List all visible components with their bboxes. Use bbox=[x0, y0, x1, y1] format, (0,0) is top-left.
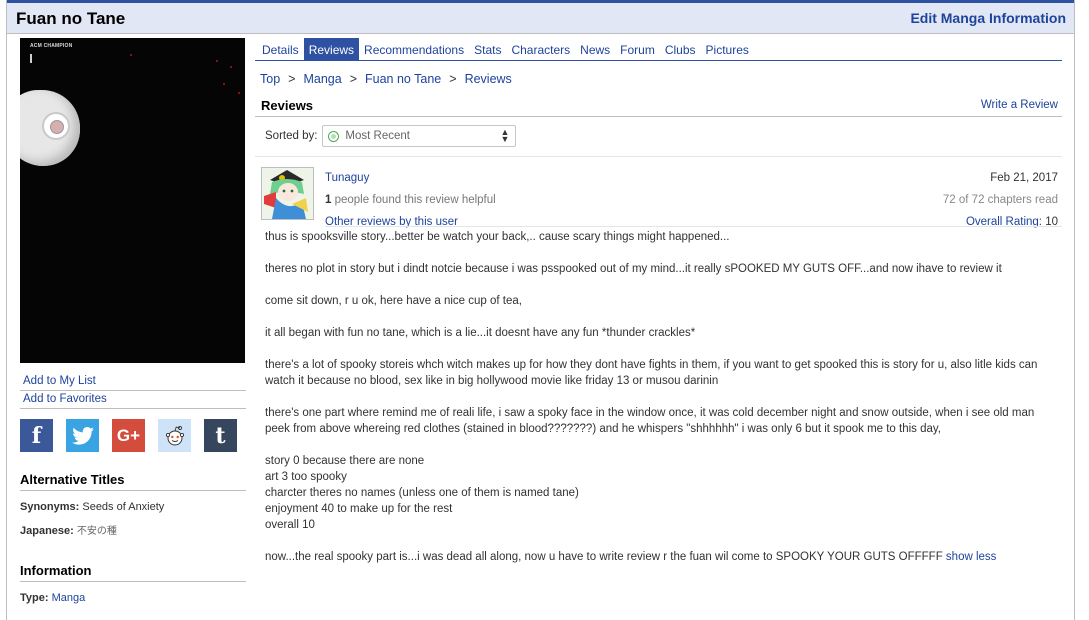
list-actions: Add to My List Add to Favorites bbox=[20, 373, 246, 409]
japanese-title-value: 不安の種 bbox=[76, 526, 117, 537]
facebook-share-button[interactable]: f bbox=[20, 419, 53, 452]
tumblr-icon: t bbox=[215, 422, 226, 449]
cover-speck bbox=[216, 60, 218, 62]
score-line: charcter theres no names (unless one of … bbox=[265, 487, 579, 499]
japanese-label: Japanese: bbox=[20, 525, 74, 537]
synonyms-label: Synonyms: bbox=[20, 501, 80, 513]
reviews-header: Reviews Write a Review bbox=[255, 98, 1062, 117]
reviewer-username-link[interactable]: Tunaguy bbox=[325, 172, 369, 184]
review-paragraph: there's one part where remind me of real… bbox=[265, 407, 1035, 435]
tab-characters[interactable]: Characters bbox=[506, 38, 575, 60]
cover-speck bbox=[230, 66, 232, 68]
reviews-heading: Reviews bbox=[261, 98, 314, 113]
review-paragraph: it all began with fun no tane, which is … bbox=[265, 327, 696, 339]
score-line: enjoyment 40 to make up for the rest bbox=[265, 503, 453, 515]
japanese-title-row: Japanese: 不安の種 bbox=[20, 522, 246, 537]
tab-news[interactable]: News bbox=[575, 38, 615, 60]
review-meta-divider bbox=[325, 226, 1062, 227]
review-body: thus is spooksville story...better be wa… bbox=[265, 229, 1060, 581]
main-content: Details Reviews Recommendations Stats Ch… bbox=[255, 38, 1062, 563]
select-arrows-icon: ▲ ▼ bbox=[500, 127, 510, 144]
cover-speck bbox=[130, 54, 132, 56]
tab-stats[interactable]: Stats bbox=[469, 38, 506, 60]
cover-ghost-face bbox=[20, 90, 80, 166]
breadcrumb-title[interactable]: Fuan no Tane bbox=[365, 72, 441, 86]
type-row: Type: Manga bbox=[20, 592, 246, 604]
review-stats: Feb 21, 2017 72 of 72 chapters read Over… bbox=[943, 167, 1058, 233]
helpful-count-text: 1 people found this review helpful bbox=[325, 194, 496, 206]
review-final-text: now...the real spooky part is...i was de… bbox=[265, 551, 943, 563]
left-sidebar: ACM CHAMPION Add to My List Add to Favor… bbox=[20, 38, 246, 604]
twitter-share-button[interactable] bbox=[66, 419, 99, 452]
alternative-titles-heading: Alternative Titles bbox=[20, 472, 246, 491]
radio-dot-icon bbox=[328, 130, 340, 142]
twitter-icon bbox=[71, 426, 94, 445]
cover-speck bbox=[238, 92, 240, 94]
manga-tabs: Details Reviews Recommendations Stats Ch… bbox=[255, 38, 1062, 61]
reddit-icon bbox=[165, 425, 184, 445]
sort-row: Sorted by: Most Recent ▲ ▼ bbox=[255, 124, 1062, 148]
cover-ghost-eye bbox=[42, 112, 70, 140]
review-paragraph: there's a lot of spooky storeis whch wit… bbox=[265, 359, 1038, 387]
synonyms-row: Synonyms: Seeds of Anxiety bbox=[20, 501, 246, 513]
review-final-paragraph: now...the real spooky part is...i was de… bbox=[265, 549, 1060, 565]
sort-select-value: Most Recent bbox=[345, 130, 410, 142]
tab-forum[interactable]: Forum bbox=[615, 38, 660, 60]
cover-publisher-mark: ACM CHAMPION bbox=[30, 43, 73, 49]
cover-image[interactable]: ACM CHAMPION bbox=[20, 38, 245, 363]
sort-select[interactable]: Most Recent ▲ ▼ bbox=[322, 125, 517, 147]
synonyms-value: Seeds of Anxiety bbox=[82, 501, 165, 513]
reddit-share-button[interactable] bbox=[158, 419, 191, 452]
cover-mark bbox=[30, 54, 32, 63]
breadcrumb-manga[interactable]: Manga bbox=[303, 72, 341, 86]
review-paragraph: thus is spooksville story...better be wa… bbox=[265, 231, 730, 243]
tab-clubs[interactable]: Clubs bbox=[660, 38, 701, 60]
breadcrumb: Top > Manga > Fuan no Tane > Reviews bbox=[260, 72, 512, 86]
tab-details[interactable]: Details bbox=[257, 38, 304, 60]
social-share-buttons: f G+ t bbox=[20, 419, 246, 452]
avatar[interactable] bbox=[261, 167, 314, 220]
cover-speck bbox=[223, 83, 225, 85]
breadcrumb-reviews[interactable]: Reviews bbox=[465, 72, 512, 86]
google-plus-share-button[interactable]: G+ bbox=[112, 419, 145, 452]
edit-manga-information-link[interactable]: Edit Manga Information bbox=[910, 10, 1066, 26]
user-avatar-image bbox=[262, 168, 313, 219]
review-paragraph: come sit down, r u ok, here have a nice … bbox=[265, 295, 522, 307]
page-header: Fuan no Tane Edit Manga Information bbox=[7, 3, 1074, 34]
breadcrumb-top[interactable]: Top bbox=[260, 72, 280, 86]
review-scores: story 0 because there are none art 3 too… bbox=[265, 453, 1060, 533]
page-title: Fuan no Tane bbox=[16, 9, 126, 28]
tumblr-share-button[interactable]: t bbox=[204, 419, 237, 452]
helpful-text: people found this review helpful bbox=[331, 194, 496, 206]
chapters-read: 72 of 72 chapters read bbox=[942, 194, 1058, 206]
divider bbox=[255, 156, 1062, 157]
add-to-favorites-link[interactable]: Add to Favorites bbox=[20, 391, 246, 409]
sort-label: Sorted by: bbox=[265, 130, 318, 142]
information-heading: Information bbox=[20, 563, 246, 582]
tab-pictures[interactable]: Pictures bbox=[701, 38, 754, 60]
score-line: story 0 because there are none bbox=[265, 455, 425, 467]
review-meta: Tunaguy 1 people found this review helpf… bbox=[325, 167, 496, 233]
review-date: Feb 21, 2017 bbox=[990, 172, 1058, 184]
tab-reviews[interactable]: Reviews bbox=[303, 38, 360, 60]
review-paragraph: theres no plot in story but i dindt notc… bbox=[265, 263, 1002, 275]
score-line: art 3 too spooky bbox=[265, 471, 347, 483]
google-plus-icon: G+ bbox=[116, 425, 141, 445]
show-less-link[interactable]: show less bbox=[946, 551, 997, 563]
facebook-icon: f bbox=[31, 422, 42, 449]
write-review-link[interactable]: Write a Review bbox=[981, 99, 1058, 111]
page: Fuan no Tane Edit Manga Information ACM … bbox=[6, 0, 1075, 620]
type-label: Type: bbox=[20, 592, 49, 604]
tab-recommendations[interactable]: Recommendations bbox=[359, 38, 469, 60]
add-to-my-list-link[interactable]: Add to My List bbox=[20, 373, 246, 391]
type-value-link[interactable]: Manga bbox=[52, 592, 86, 604]
score-line: overall 10 bbox=[265, 519, 315, 531]
